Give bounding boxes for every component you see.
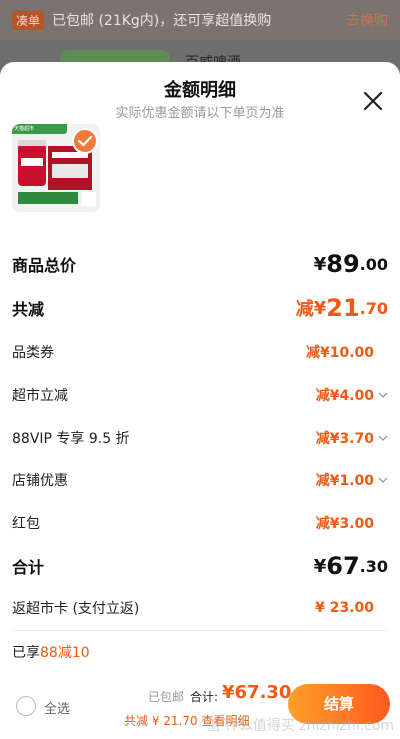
sheet-subtitle: 实际优惠金额请以下单页为准	[115, 106, 285, 121]
store-discount-row[interactable]: 店铺优惠 减¥1.00	[12, 470, 388, 490]
promo-enjoyed-prefix: 已享	[12, 645, 40, 661]
supermarket-reduce-amount: 减¥4.00	[315, 388, 374, 404]
vip-discount-row[interactable]: 88VIP 专享 9.5 折 减¥3.70	[12, 428, 388, 448]
total-reduce-yen: ¥	[313, 297, 327, 319]
view-detail-link[interactable]: 查看明细	[201, 714, 249, 728]
card-rebate-label: 返超市卡 (支付立返)	[12, 601, 140, 617]
red-packet-value: 减¥3.00	[316, 513, 388, 533]
total-reduce-dec: .70	[359, 298, 388, 318]
promo-link[interactable]: 去换购	[346, 10, 388, 30]
sum-int: 67	[326, 552, 360, 580]
total-reduce-value: 减 ¥ 21 .70	[296, 294, 388, 322]
goods-total-yen: ¥	[313, 253, 327, 275]
chevron-down-icon	[378, 392, 388, 398]
select-all-label[interactable]: 全选	[44, 698, 70, 717]
sheet-title: 金额明细	[164, 80, 236, 101]
card-rebate-row: 返超市卡 (支付立返) ¥ 23.00	[12, 598, 388, 618]
goods-total-dec: .00	[359, 254, 388, 274]
checkout-bar: 全选 已包邮 合计: ¥67.30 共减 ¥ 21.70 查看明细 结算	[0, 678, 400, 739]
check-icon	[77, 135, 93, 147]
card-rebate-value: ¥ 23.00	[315, 600, 388, 616]
store-discount-value: 减¥1.00	[316, 470, 388, 490]
promo-text: 已包邮 (21Kg内)，还可享超值换购	[52, 13, 272, 29]
red-packet-row: 红包 减¥3.00	[12, 513, 388, 533]
background-promo-bar: 凑单 已包邮 (21Kg内)，还可享超值换购 去换购	[0, 0, 400, 40]
category-coupon-row: 品类券 减¥10.00	[12, 342, 388, 362]
close-icon	[363, 91, 383, 111]
store-discount-label: 店铺优惠	[12, 473, 68, 489]
vip-discount-label: 88VIP 专享 9.5 折	[12, 431, 130, 447]
total-reduce-label: 共减	[12, 300, 45, 319]
free-shipping-label: 已包邮	[148, 690, 185, 704]
red-packet-amount: 减¥3.00	[315, 516, 374, 532]
supermarket-reduce-value: 减¥4.00	[316, 385, 388, 405]
total-reduce-int: 21	[326, 294, 360, 322]
product-thumbnail[interactable]: 天猫超市	[12, 124, 100, 212]
chevron-down-icon	[378, 435, 388, 441]
chevron-down-icon	[378, 477, 388, 483]
sum-row: 合计 ¥ 67 .30	[12, 552, 388, 580]
supermarket-reduce-label: 超市立减	[12, 388, 68, 404]
red-packet-label: 红包	[12, 516, 40, 532]
store-discount-amount: 减¥1.00	[315, 473, 374, 489]
sum-label: 合计	[12, 558, 45, 577]
goods-total-label: 商品总价	[12, 256, 77, 275]
save-text: 共减 ¥ 21.70	[124, 714, 198, 728]
category-coupon-amount: 减¥10.00	[305, 345, 374, 361]
vip-discount-amount: 减¥3.70	[315, 431, 374, 447]
product-badge: 天猫超市	[12, 124, 67, 134]
goods-total-value: ¥ 89 .00	[314, 250, 388, 278]
sum-yen: ¥	[313, 555, 327, 577]
goods-total-row: 商品总价 ¥ 89 .00	[12, 250, 388, 278]
select-all-radio[interactable]	[16, 696, 36, 716]
sum-dec: .30	[359, 556, 388, 576]
promo-tag: 凑单	[12, 10, 45, 30]
supermarket-reduce-row[interactable]: 超市立减 减¥4.00	[12, 385, 388, 405]
vip-discount-value: 减¥3.70	[316, 428, 388, 448]
card-rebate-amount: ¥ 23.00	[315, 600, 374, 616]
sum-value: ¥ 67 .30	[314, 552, 388, 580]
divider	[12, 630, 388, 631]
close-button[interactable]	[362, 90, 384, 112]
total-reduce-prefix: 减	[295, 299, 314, 320]
category-coupon-label: 品类券	[12, 345, 54, 361]
total-label: 合计:	[190, 690, 219, 704]
checkout-button[interactable]: 结算	[288, 684, 390, 724]
total-value: ¥67.30	[222, 682, 292, 703]
save-line: 共减 ¥ 21.70 查看明细	[124, 712, 249, 729]
goods-total-int: 89	[326, 250, 360, 278]
promo-enjoyed-text: 88减10	[40, 645, 90, 661]
amount-detail-sheet: 金额明细 实际优惠金额请以下单页为准 天猫超市 商品总价 ¥ 89 .00 共减…	[0, 62, 400, 739]
total-reduce-row: 共减 减 ¥ 21 .70	[12, 294, 388, 322]
selected-check[interactable]	[72, 128, 98, 154]
promo-enjoyed-row: 已享 88减10	[12, 642, 388, 662]
category-coupon-value: 减¥10.00	[306, 342, 388, 362]
